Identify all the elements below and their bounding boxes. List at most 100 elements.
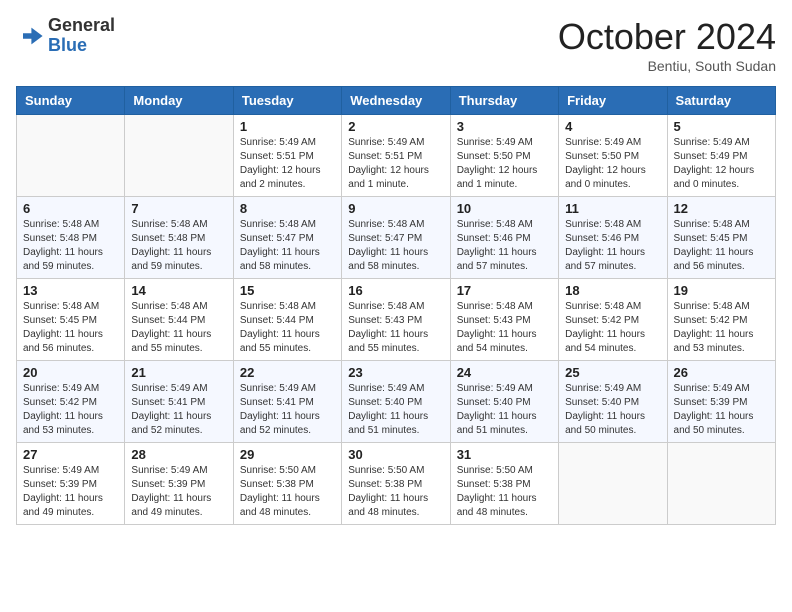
- calendar-table: SundayMondayTuesdayWednesdayThursdayFrid…: [16, 86, 776, 525]
- calendar-cell: 1 Sunrise: 5:49 AM Sunset: 5:51 PM Daylig…: [233, 115, 341, 197]
- day-info: Sunrise: 5:48 AM Sunset: 5:43 PM Dayligh…: [457, 300, 552, 356]
- day-info: Sunrise: 5:50 AM Sunset: 5:38 PM Dayligh…: [457, 464, 552, 520]
- day-info: Sunrise: 5:49 AM Sunset: 5:42 PM Dayligh…: [23, 382, 118, 438]
- day-info: Sunrise: 5:49 AM Sunset: 5:41 PM Dayligh…: [240, 382, 335, 438]
- calendar-cell: 30 Sunrise: 5:50 AM Sunset: 5:38 PM Dayli…: [342, 443, 450, 525]
- day-number: 30: [348, 447, 443, 462]
- day-number: 22: [240, 365, 335, 380]
- month-title: October 2024: [558, 16, 776, 58]
- day-info: Sunrise: 5:49 AM Sunset: 5:50 PM Dayligh…: [457, 136, 552, 192]
- day-info: Sunrise: 5:48 AM Sunset: 5:42 PM Dayligh…: [674, 300, 769, 356]
- calendar-cell: [125, 115, 233, 197]
- day-number: 16: [348, 283, 443, 298]
- calendar-header-row: SundayMondayTuesdayWednesdayThursdayFrid…: [17, 87, 776, 115]
- day-number: 4: [565, 119, 660, 134]
- day-info: Sunrise: 5:49 AM Sunset: 5:39 PM Dayligh…: [131, 464, 226, 520]
- day-info: Sunrise: 5:48 AM Sunset: 5:47 PM Dayligh…: [240, 218, 335, 274]
- day-info: Sunrise: 5:49 AM Sunset: 5:40 PM Dayligh…: [348, 382, 443, 438]
- calendar-cell: 22 Sunrise: 5:49 AM Sunset: 5:41 PM Dayli…: [233, 361, 341, 443]
- calendar-cell: 2 Sunrise: 5:49 AM Sunset: 5:51 PM Daylig…: [342, 115, 450, 197]
- day-info: Sunrise: 5:49 AM Sunset: 5:41 PM Dayligh…: [131, 382, 226, 438]
- calendar-cell: [667, 443, 775, 525]
- day-number: 7: [131, 201, 226, 216]
- calendar-cell: [17, 115, 125, 197]
- day-info: Sunrise: 5:49 AM Sunset: 5:50 PM Dayligh…: [565, 136, 660, 192]
- day-info: Sunrise: 5:48 AM Sunset: 5:46 PM Dayligh…: [457, 218, 552, 274]
- calendar-header-monday: Monday: [125, 87, 233, 115]
- day-number: 26: [674, 365, 769, 380]
- calendar-cell: 19 Sunrise: 5:48 AM Sunset: 5:42 PM Dayli…: [667, 279, 775, 361]
- day-number: 18: [565, 283, 660, 298]
- day-number: 11: [565, 201, 660, 216]
- calendar-cell: 27Sunrise: 5:49 AM Sunset: 5:39 PM Dayli…: [17, 443, 125, 525]
- day-info: Sunrise: 5:48 AM Sunset: 5:46 PM Dayligh…: [565, 218, 660, 274]
- day-info: Sunrise: 5:48 AM Sunset: 5:42 PM Dayligh…: [565, 300, 660, 356]
- day-number: 31: [457, 447, 552, 462]
- calendar-cell: 23 Sunrise: 5:49 AM Sunset: 5:40 PM Dayli…: [342, 361, 450, 443]
- day-number: 21: [131, 365, 226, 380]
- calendar-cell: 5 Sunrise: 5:49 AM Sunset: 5:49 PM Daylig…: [667, 115, 775, 197]
- day-info: Sunrise: 5:48 AM Sunset: 5:47 PM Dayligh…: [348, 218, 443, 274]
- calendar-cell: 4 Sunrise: 5:49 AM Sunset: 5:50 PM Daylig…: [559, 115, 667, 197]
- day-number: 1: [240, 119, 335, 134]
- day-number: 8: [240, 201, 335, 216]
- day-info: Sunrise: 5:49 AM Sunset: 5:51 PM Dayligh…: [348, 136, 443, 192]
- day-info: Sunrise: 5:49 AM Sunset: 5:39 PM Dayligh…: [674, 382, 769, 438]
- logo-blue-text: Blue: [48, 35, 87, 55]
- page-header: General Blue October 2024 Bentiu, South …: [16, 16, 776, 74]
- calendar-header-friday: Friday: [559, 87, 667, 115]
- calendar-cell: 3Sunrise: 5:49 AM Sunset: 5:50 PM Daylig…: [450, 115, 558, 197]
- calendar-cell: 24 Sunrise: 5:49 AM Sunset: 5:40 PM Dayli…: [450, 361, 558, 443]
- day-number: 20: [23, 365, 118, 380]
- day-info: Sunrise: 5:48 AM Sunset: 5:45 PM Dayligh…: [674, 218, 769, 274]
- calendar-week-row: 6 Sunrise: 5:48 AM Sunset: 5:48 PM Daylig…: [17, 197, 776, 279]
- day-number: 14: [131, 283, 226, 298]
- day-number: 2: [348, 119, 443, 134]
- calendar-header-saturday: Saturday: [667, 87, 775, 115]
- location-subtitle: Bentiu, South Sudan: [558, 58, 776, 74]
- day-info: Sunrise: 5:49 AM Sunset: 5:51 PM Dayligh…: [240, 136, 335, 192]
- day-number: 5: [674, 119, 769, 134]
- day-number: 19: [674, 283, 769, 298]
- calendar-cell: 31 Sunrise: 5:50 AM Sunset: 5:38 PM Dayli…: [450, 443, 558, 525]
- calendar-cell: 14Sunrise: 5:48 AM Sunset: 5:44 PM Dayli…: [125, 279, 233, 361]
- day-number: 12: [674, 201, 769, 216]
- calendar-week-row: 20 Sunrise: 5:49 AM Sunset: 5:42 PM Dayli…: [17, 361, 776, 443]
- calendar-cell: 26 Sunrise: 5:49 AM Sunset: 5:39 PM Dayli…: [667, 361, 775, 443]
- calendar-week-row: 13Sunrise: 5:48 AM Sunset: 5:45 PM Dayli…: [17, 279, 776, 361]
- calendar-cell: 28 Sunrise: 5:49 AM Sunset: 5:39 PM Dayli…: [125, 443, 233, 525]
- logo: General Blue: [16, 16, 115, 56]
- calendar-cell: 11 Sunrise: 5:48 AM Sunset: 5:46 PM Dayli…: [559, 197, 667, 279]
- calendar-week-row: 1 Sunrise: 5:49 AM Sunset: 5:51 PM Daylig…: [17, 115, 776, 197]
- day-info: Sunrise: 5:49 AM Sunset: 5:49 PM Dayligh…: [674, 136, 769, 192]
- day-info: Sunrise: 5:49 AM Sunset: 5:40 PM Dayligh…: [565, 382, 660, 438]
- logo-icon: [16, 22, 44, 50]
- calendar-cell: 12 Sunrise: 5:48 AM Sunset: 5:45 PM Dayli…: [667, 197, 775, 279]
- day-info: Sunrise: 5:50 AM Sunset: 5:38 PM Dayligh…: [240, 464, 335, 520]
- day-number: 13: [23, 283, 118, 298]
- day-info: Sunrise: 5:49 AM Sunset: 5:40 PM Dayligh…: [457, 382, 552, 438]
- day-number: 24: [457, 365, 552, 380]
- day-number: 6: [23, 201, 118, 216]
- day-number: 23: [348, 365, 443, 380]
- day-number: 17: [457, 283, 552, 298]
- day-info: Sunrise: 5:48 AM Sunset: 5:48 PM Dayligh…: [23, 218, 118, 274]
- day-info: Sunrise: 5:48 AM Sunset: 5:48 PM Dayligh…: [131, 218, 226, 274]
- calendar-header-tuesday: Tuesday: [233, 87, 341, 115]
- calendar-cell: 10Sunrise: 5:48 AM Sunset: 5:46 PM Dayli…: [450, 197, 558, 279]
- day-info: Sunrise: 5:48 AM Sunset: 5:43 PM Dayligh…: [348, 300, 443, 356]
- calendar-week-row: 27Sunrise: 5:49 AM Sunset: 5:39 PM Dayli…: [17, 443, 776, 525]
- calendar-cell: 13Sunrise: 5:48 AM Sunset: 5:45 PM Dayli…: [17, 279, 125, 361]
- calendar-header-wednesday: Wednesday: [342, 87, 450, 115]
- calendar-cell: 15Sunrise: 5:48 AM Sunset: 5:44 PM Dayli…: [233, 279, 341, 361]
- calendar-header-sunday: Sunday: [17, 87, 125, 115]
- day-number: 28: [131, 447, 226, 462]
- day-info: Sunrise: 5:49 AM Sunset: 5:39 PM Dayligh…: [23, 464, 118, 520]
- calendar-cell: [559, 443, 667, 525]
- day-info: Sunrise: 5:50 AM Sunset: 5:38 PM Dayligh…: [348, 464, 443, 520]
- calendar-cell: 17 Sunrise: 5:48 AM Sunset: 5:43 PM Dayli…: [450, 279, 558, 361]
- day-number: 25: [565, 365, 660, 380]
- calendar-cell: 21 Sunrise: 5:49 AM Sunset: 5:41 PM Dayli…: [125, 361, 233, 443]
- calendar-header-thursday: Thursday: [450, 87, 558, 115]
- day-number: 15: [240, 283, 335, 298]
